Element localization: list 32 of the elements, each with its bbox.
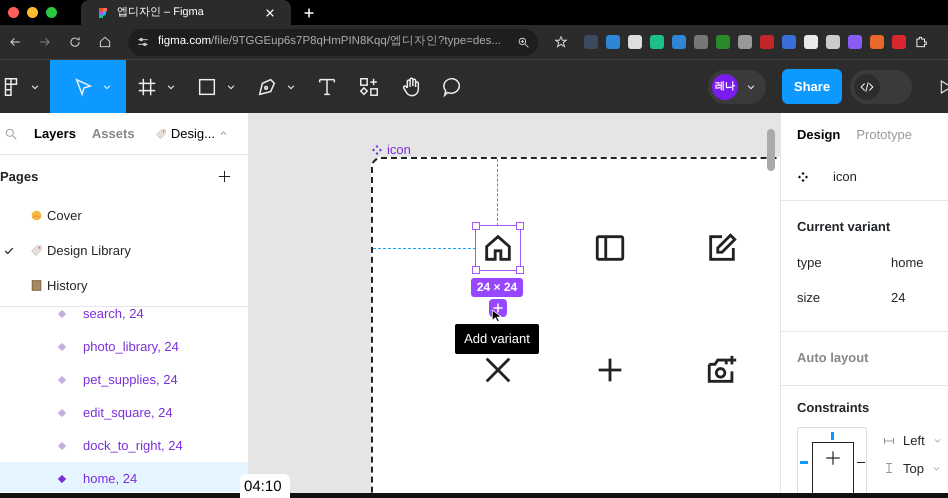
layer-item[interactable]: photo_library, 24 [0,330,248,363]
layer-item[interactable]: search, 24 [0,307,248,330]
frame-label[interactable]: icon [371,140,411,160]
browser-tab[interactable]: 엡디자인 – Figma [81,0,291,25]
property-name: size [797,288,822,306]
layer-item[interactable]: edit_square, 24 [0,396,248,429]
page-item[interactable]: Design Library [0,233,248,268]
component-name: icon [833,168,857,186]
property-value[interactable]: home [891,252,924,288]
property-name: type [797,254,823,272]
avatar-menu[interactable]: 레나 [708,70,766,104]
address-field[interactable]: figma.com/file/9TGGEup6s7P8qHmPIN8Kqq/엡디자인?type=des... [128,28,538,56]
size-label: 24 × 24 [471,278,523,297]
avatar: 레나 [712,74,738,100]
section-heading: Constraints [797,398,870,416]
page-switcher[interactable]: Desig... [154,124,228,144]
pages-heading: Pages [0,168,38,186]
panel-tab[interactable]: Layers [34,124,76,144]
page-item[interactable]: History [0,268,248,303]
section-heading: Current variant [797,218,892,236]
panel-tab[interactable]: Design [797,125,840,145]
url-text: figma.com/file/9TGGEup6s7P8qHmPIN8Kqq/엡디자인?type=des... [158,34,502,50]
layer-item[interactable]: pet_supplies, 24 [0,363,248,396]
vertical-constraint-dropdown[interactable]: Top [883,458,942,478]
layer-item[interactable]: dock_to_right, 24 [0,429,248,462]
section-heading: Auto layout [797,349,868,368]
page-item[interactable]: Cover [0,198,248,233]
property-value[interactable]: 24 [891,288,906,322]
panel-tab[interactable]: Assets [92,124,135,144]
horizontal-constraint-dropdown[interactable]: Left [883,431,942,450]
tooltip: Add variant [455,324,539,354]
timestamp-toast: 04:10 [240,474,290,498]
